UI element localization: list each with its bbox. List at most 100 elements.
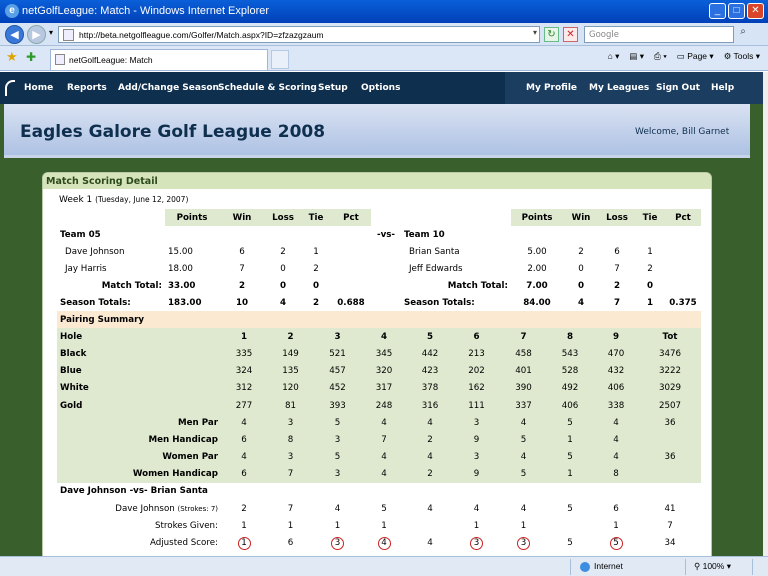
match-total-win: 2 bbox=[238, 280, 246, 291]
address-dropdown-icon[interactable]: ▾ bbox=[533, 28, 537, 37]
player-score-cell: 5 bbox=[567, 503, 573, 514]
season-loss: 4 bbox=[279, 297, 287, 308]
course-cell: 5 bbox=[547, 414, 593, 432]
tab-current[interactable]: netGolfLeague: Match bbox=[50, 49, 268, 70]
season-pct: 0.688 bbox=[337, 297, 365, 308]
adjusted-score-cell: 3 bbox=[500, 534, 547, 551]
course-cell: 277 bbox=[221, 396, 267, 415]
vertical-scrollbar[interactable] bbox=[763, 72, 768, 556]
forward-icon[interactable]: ▶ bbox=[27, 25, 46, 44]
course-cell: 543 bbox=[547, 345, 593, 363]
player-name[interactable]: Brian Santa bbox=[401, 243, 511, 260]
course-cell: 36 bbox=[639, 448, 701, 466]
adjusted-score-label: Adjusted Score: bbox=[149, 538, 218, 549]
course-cell: 457 bbox=[314, 362, 361, 380]
season-win: 4 bbox=[577, 297, 585, 308]
course-cell: 4 bbox=[361, 448, 407, 466]
course-cell: 7 bbox=[500, 328, 547, 346]
favorites-star-icon[interactable]: ★ bbox=[6, 50, 18, 65]
player-name[interactable]: Jay Harris bbox=[57, 260, 165, 277]
league-banner: Eagles Galore Golf League 2008 Welcome, … bbox=[4, 104, 750, 158]
search-input[interactable]: Google bbox=[584, 26, 734, 43]
adjusted-score-value: 6 bbox=[287, 538, 294, 549]
globe-icon bbox=[580, 561, 590, 572]
course-cell: 7 bbox=[267, 465, 314, 483]
match-total-label: Match Total: bbox=[101, 280, 162, 291]
close-button[interactable]: ✕ bbox=[747, 3, 764, 19]
course-cell: 338 bbox=[593, 396, 639, 415]
course-row: Women Par 4 3 5 4 4 3 4 5 4 36 bbox=[57, 448, 701, 466]
menu-home[interactable]: Home bbox=[24, 83, 53, 93]
player-score-cell: 4 bbox=[473, 503, 480, 514]
course-cell: 213 bbox=[453, 345, 500, 363]
player-score-row: Dave Johnson (Strokes: 7) 2 7 4 5 4 4 4 5 6 41 bbox=[57, 500, 701, 517]
menu-my-leagues[interactable]: My Leagues bbox=[589, 83, 649, 93]
course-cell: 2 bbox=[267, 328, 314, 346]
player-row: Jay Harris 18.00 7 0 2 Jeff Edwards 2.00… bbox=[57, 260, 701, 277]
course-cell: 5 bbox=[547, 448, 593, 466]
menu-help[interactable]: Help bbox=[711, 83, 734, 93]
menu-my-profile[interactable]: My Profile bbox=[526, 83, 577, 93]
player-tie: 2 bbox=[647, 263, 653, 274]
menu-add-change-season[interactable]: Add/Change Season bbox=[118, 83, 219, 93]
search-icon[interactable]: ⌕ bbox=[736, 26, 750, 43]
player-name[interactable]: Jeff Edwards bbox=[401, 260, 511, 277]
course-cell: 5 bbox=[407, 328, 453, 346]
player-score-name: Dave Johnson bbox=[115, 503, 175, 514]
strokes-given-cell: 1 bbox=[613, 520, 619, 531]
tools-menu[interactable]: ⚙ Tools ▾ bbox=[724, 51, 760, 62]
standings-table: Points Win Loss Tie Pct Points Win Loss … bbox=[57, 209, 701, 311]
minimize-button[interactable]: _ bbox=[709, 3, 726, 19]
adjusted-score-value: 5 bbox=[567, 538, 573, 549]
player-tie: 1 bbox=[313, 246, 319, 257]
zoom-control[interactable]: ⚲ 100% ▾ bbox=[694, 561, 731, 572]
course-cell: 6 bbox=[221, 465, 267, 483]
feeds-icon[interactable]: ▤ ▾ bbox=[629, 51, 644, 62]
menu-options[interactable]: Options bbox=[361, 83, 400, 93]
welcome-text: Welcome, Bill Garnet bbox=[635, 127, 730, 137]
course-cell: 135 bbox=[267, 362, 314, 380]
history-dropdown-icon[interactable]: ▾ bbox=[49, 28, 53, 37]
match-total-tie: 0 bbox=[646, 280, 654, 291]
print-icon[interactable]: ⎙ ▾ bbox=[654, 51, 667, 62]
course-cell: 120 bbox=[267, 379, 314, 397]
course-cell: 312 bbox=[221, 379, 267, 397]
course-cell: 8 bbox=[267, 431, 314, 449]
home-icon[interactable]: ⌂ ▾ bbox=[608, 51, 620, 62]
menu-reports[interactable]: Reports bbox=[67, 83, 107, 93]
refresh-icon[interactable]: ↻ bbox=[544, 27, 559, 42]
page-menu[interactable]: ▭ Page ▾ bbox=[677, 51, 714, 62]
adjusted-score-cell: 1 bbox=[221, 534, 267, 551]
menu-schedule-scoring[interactable]: Schedule & Scoring bbox=[218, 83, 317, 93]
course-cell: 4 bbox=[593, 431, 639, 449]
course-cell: 442 bbox=[407, 345, 453, 363]
address-bar[interactable]: http://beta.netgolfleague.com/Golfer/Mat… bbox=[58, 26, 540, 43]
course-cell: 1 bbox=[547, 431, 593, 449]
player-score-cell: 4 bbox=[334, 503, 341, 514]
add-favorite-icon[interactable]: ✚ bbox=[26, 50, 36, 64]
player-win: 6 bbox=[239, 246, 245, 257]
course-row-label: White bbox=[57, 379, 221, 397]
adjusted-score-cell: 34 bbox=[639, 534, 701, 551]
team-row: Team 05 -vs- Team 10 bbox=[57, 226, 701, 243]
course-cell: 324 bbox=[221, 362, 267, 380]
course-row: Black 335 149 521 345 442 213 458 543 470 3476 bbox=[57, 345, 701, 363]
strokes-given-cell: 1 bbox=[287, 520, 294, 531]
course-cell: 202 bbox=[453, 362, 500, 380]
back-icon[interactable]: ◀ bbox=[5, 25, 24, 44]
scorecard-table: Pairing Summary Hole 1 2 3 4 5 6 7 8 9 Tot Black 335… bbox=[57, 311, 701, 552]
player-tie: 2 bbox=[313, 263, 319, 274]
menu-sign-out[interactable]: Sign Out bbox=[656, 83, 700, 93]
course-cell: 345 bbox=[361, 345, 407, 363]
course-cell: 4 bbox=[500, 414, 547, 432]
player-name[interactable]: Dave Johnson bbox=[57, 243, 165, 260]
stop-icon[interactable]: ✕ bbox=[563, 27, 578, 42]
circled-score: 3 bbox=[331, 536, 344, 550]
course-cell: 3 bbox=[314, 465, 361, 483]
site-logo-icon[interactable] bbox=[5, 80, 15, 96]
strokes-given-cell: 1 bbox=[334, 520, 341, 531]
course-cell: 317 bbox=[361, 379, 407, 397]
new-tab-button[interactable] bbox=[271, 50, 289, 69]
maximize-button[interactable]: □ bbox=[728, 3, 745, 19]
menu-setup[interactable]: Setup bbox=[318, 83, 348, 93]
